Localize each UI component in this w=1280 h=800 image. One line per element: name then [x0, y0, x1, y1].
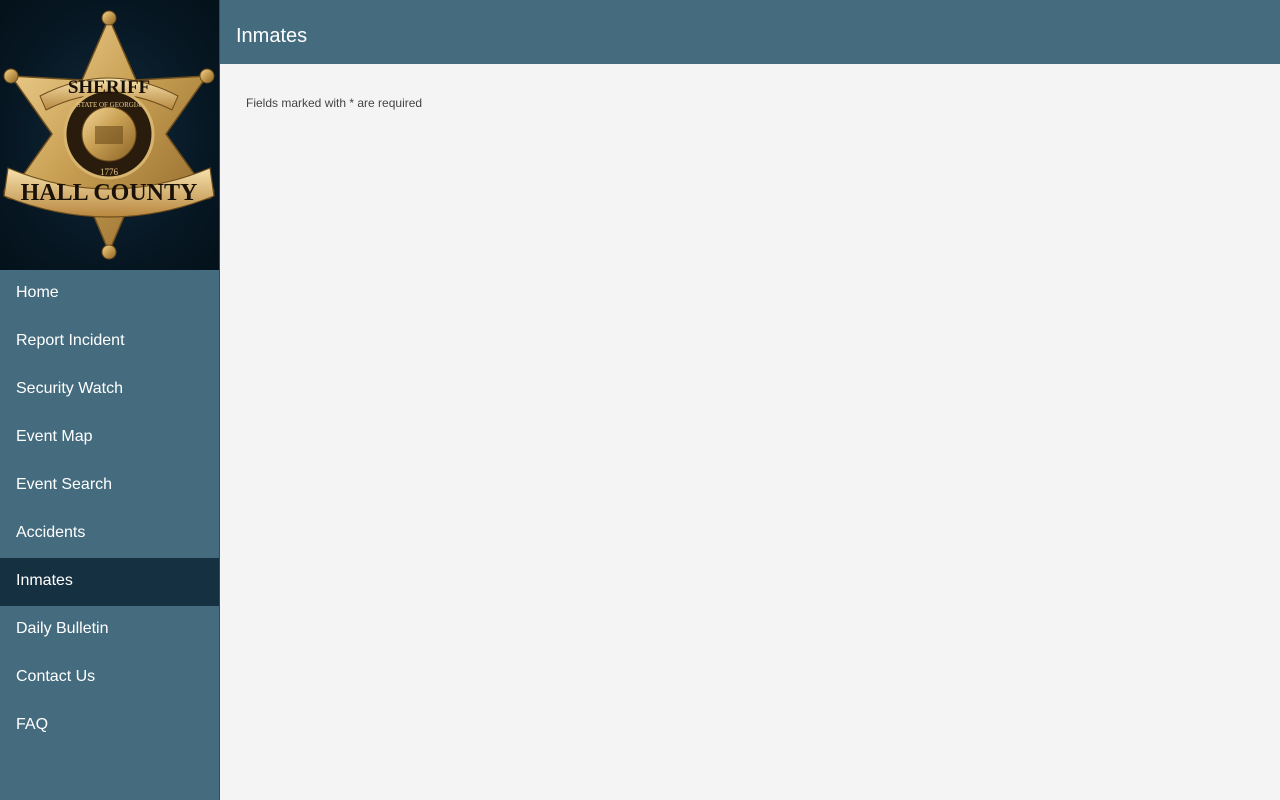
sidebar-item-inmates[interactable]: Inmates [0, 558, 219, 606]
page-title: Inmates [236, 25, 308, 47]
sidebar-item-accidents[interactable]: Accidents [0, 510, 219, 558]
logo-text-ring: STATE OF GEORGIA [77, 101, 141, 109]
sidebar-item-faq[interactable]: FAQ [0, 702, 219, 750]
logo-area[interactable]: SHERIFF STATE OF GEORGIA 1776 HALL COUNT… [0, 0, 219, 270]
sheriff-badge-logo: SHERIFF STATE OF GEORGIA 1776 HALL COUNT… [3, 10, 215, 260]
logo-text-top: SHERIFF [68, 77, 150, 98]
app-root: SHERIFF STATE OF GEORGIA 1776 HALL COUNT… [0, 0, 1280, 800]
required-fields-note: Fields marked with * are required [246, 96, 423, 110]
sidebar-item-contact-us[interactable]: Contact Us [0, 654, 219, 702]
main-content: Fields marked with * are required [220, 64, 1280, 800]
sidebar-nav: Home Report Incident Security Watch Even… [0, 270, 219, 750]
sidebar: SHERIFF STATE OF GEORGIA 1776 HALL COUNT… [0, 0, 220, 800]
sidebar-item-report-incident[interactable]: Report Incident [0, 318, 219, 366]
logo-text-bottom: HALL COUNTY [21, 180, 198, 206]
sidebar-item-event-map[interactable]: Event Map [0, 414, 219, 462]
sidebar-item-daily-bulletin[interactable]: Daily Bulletin [0, 606, 219, 654]
sidebar-item-home[interactable]: Home [0, 270, 219, 318]
logo-text-year: 1776 [100, 167, 119, 177]
page-header: Inmates [220, 0, 1280, 64]
sidebar-item-security-watch[interactable]: Security Watch [0, 366, 219, 414]
sidebar-item-event-search[interactable]: Event Search [0, 462, 219, 510]
